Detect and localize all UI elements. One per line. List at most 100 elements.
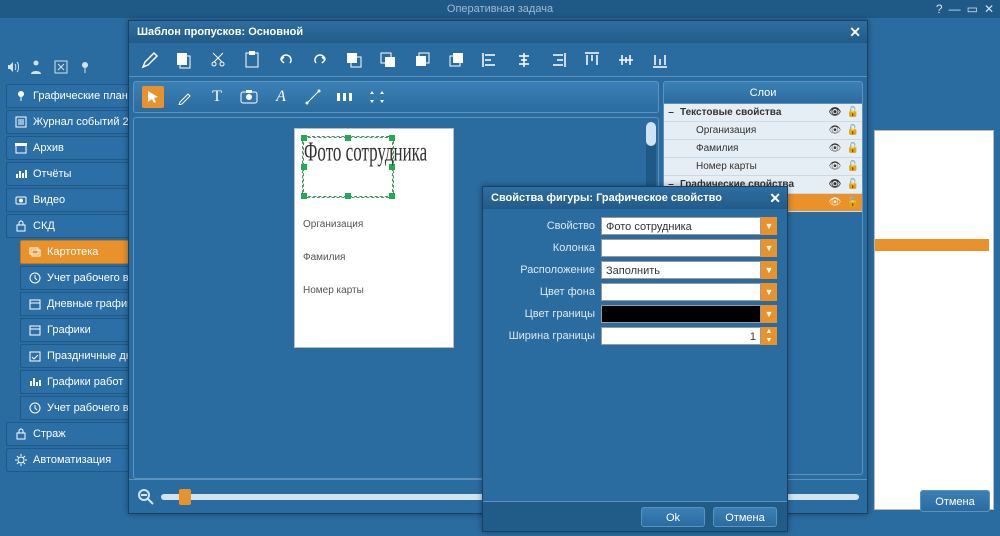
cut-icon[interactable] [207,49,229,71]
close-icon[interactable]: ✕ [849,24,861,41]
prop-row-column: Колонка ▼ [493,239,777,257]
camera-icon [15,194,27,206]
archive-icon [15,142,27,154]
paste-icon[interactable] [241,49,263,71]
dropdown-icon[interactable]: ▼ [761,239,777,257]
sidebar-label: Картотека [47,246,98,258]
visibility-icon[interactable]: 👁 [826,179,844,190]
cancel-button[interactable]: Отмена [713,507,777,527]
template-toolbar [129,43,867,77]
close-icon[interactable]: ✕ [984,2,994,16]
align-top-icon[interactable] [581,49,603,71]
placement-input[interactable]: Заполнить [601,261,761,279]
card-field-cardno[interactable]: Номер карты [303,285,445,296]
visibility-icon[interactable]: 👁 [826,107,844,118]
properties-titlebar[interactable]: Свойства фигуры: Графическое свойство ✕ [483,187,787,209]
copy-icon[interactable] [173,49,195,71]
align-center-h-icon[interactable] [513,49,535,71]
text-tool-icon[interactable]: T [206,86,228,108]
layer-item-cardno[interactable]: Номер карты👁🔓 [664,158,862,176]
lock-icon[interactable]: 🔓 [844,125,862,136]
prop-label: Свойство [493,220,601,232]
lock-icon[interactable]: 🔓 [844,161,862,172]
chart-icon [15,168,27,180]
close-icon[interactable]: ✕ [769,190,781,207]
calendar-icon [29,298,41,310]
ok-button[interactable]: Ok [641,507,705,527]
pass-card[interactable]: Фото сотрудника Организация Фамилия Номе… [294,128,454,348]
align-left-icon[interactable] [479,49,501,71]
image-tool-icon[interactable] [238,86,260,108]
maximize-icon[interactable]: ▭ [967,2,978,16]
sidebar-label: Автоматизация [33,454,111,466]
layer-item-org[interactable]: Организация👁🔓 [664,122,862,140]
pointer-tool-icon[interactable] [142,86,164,108]
layer-up-icon[interactable] [411,49,433,71]
line-tool-icon[interactable] [302,86,324,108]
spinner-icon[interactable]: ▲▼ [761,327,777,345]
prop-label: Расположение [493,264,601,276]
layers-header: Слои [664,82,862,104]
help-icon[interactable]: ? [936,2,943,16]
card-field-org[interactable]: Организация [303,219,445,230]
visibility-icon[interactable]: 👁 [826,197,844,208]
undo-icon[interactable] [275,49,297,71]
redo-icon[interactable] [309,49,331,71]
property-input[interactable]: Фото сотрудника [601,217,761,235]
font-tool-icon[interactable]: A [270,86,292,108]
prop-label: Цвет границы [493,308,601,320]
align-bottom-icon[interactable] [649,49,671,71]
bordercolor-input[interactable] [601,305,761,323]
distribute-v-icon[interactable] [366,86,388,108]
properties-footer: Ok Отмена [483,501,787,531]
visibility-icon[interactable]: 👁 [826,161,844,172]
dropdown-icon[interactable]: ▼ [761,217,777,235]
outer-cancel-button[interactable]: Отмена [920,490,990,512]
dropdown-icon[interactable]: ▼ [761,305,777,323]
prop-row-property: Свойство Фото сотрудника ▼ [493,217,777,235]
layer-down-icon[interactable] [445,49,467,71]
zoom-thumb[interactable] [179,489,191,505]
lock-icon[interactable]: 🔓 [844,179,862,190]
pencil-icon[interactable] [139,49,161,71]
template-titlebar[interactable]: Шаблон пропусков: Основной ✕ [129,21,867,43]
align-center-v-icon[interactable] [615,49,637,71]
send-back-icon[interactable] [377,49,399,71]
photo-placeholder[interactable]: Фото сотрудника [303,137,393,197]
zoom-out-icon[interactable] [137,488,155,506]
lock-icon[interactable]: 🔓 [844,197,862,208]
borderwidth-input[interactable]: 1 [601,327,761,345]
box-x-icon[interactable] [54,60,68,74]
lock-icon [15,428,27,440]
pen-tool-icon[interactable] [174,86,196,108]
column-input[interactable] [601,239,761,257]
sidebar-label: Видео [33,194,65,206]
layer-group-text[interactable]: –Текстовые свойства👁🔓 [664,104,862,122]
bars-icon [29,376,41,388]
clock-icon [29,272,41,284]
scrollbar-thumb[interactable] [646,122,656,146]
card-field-surname[interactable]: Фамилия [303,252,445,263]
visibility-icon[interactable]: 👁 [826,125,844,136]
layer-item-surname[interactable]: Фамилия👁🔓 [664,140,862,158]
lock-icon[interactable]: 🔓 [844,143,862,154]
clock-icon [29,402,41,414]
minimize-icon[interactable]: — [949,2,961,16]
bgcolor-input[interactable] [601,283,761,301]
sidebar-label: Дневные графики [47,298,138,310]
bring-front-icon[interactable] [343,49,365,71]
dropdown-icon[interactable]: ▼ [761,283,777,301]
dropdown-icon[interactable]: ▼ [761,261,777,279]
prop-row-bordercolor: Цвет границы ▼ [493,305,777,323]
pin-icon[interactable] [78,60,92,74]
distribute-h-icon[interactable] [334,86,356,108]
sidebar-label: Архив [33,142,64,154]
prop-row-borderwidth: Ширина границы 1 ▲▼ [493,327,777,345]
canvas-tool-strip: T A [133,81,659,113]
sound-icon[interactable] [6,60,20,74]
gear-icon [15,454,27,466]
align-right-icon[interactable] [547,49,569,71]
person-icon[interactable] [30,60,44,74]
visibility-icon[interactable]: 👁 [826,143,844,154]
lock-icon[interactable]: 🔓 [844,107,862,118]
